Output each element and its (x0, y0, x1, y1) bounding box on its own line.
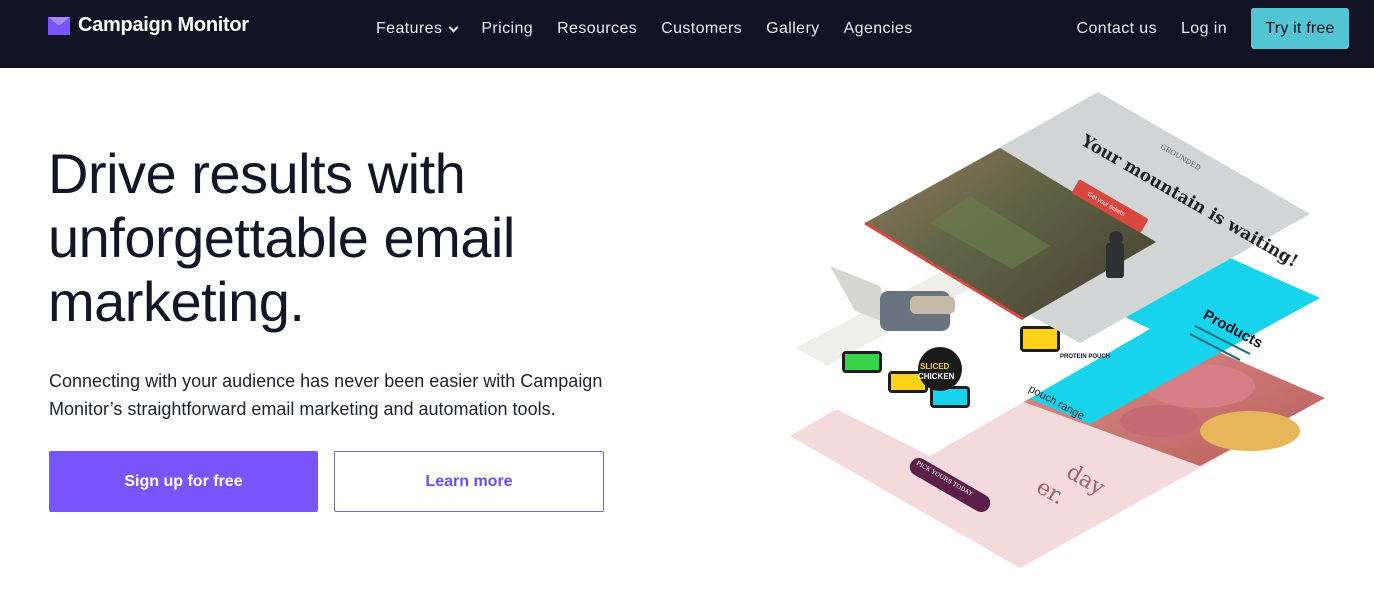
email-stack-illustration: PICK YOURS TODAY day er. Products PROTEI… (790, 92, 1325, 568)
primary-nav: Features Pricing Resources Customers Gal… (376, 20, 937, 38)
sign-up-button[interactable]: Sign up for free (49, 451, 318, 512)
hero-headline: Drive results with unforgettable email m… (48, 142, 668, 334)
pouch-label: PROTEIN POUCH (1060, 354, 1110, 360)
contact-us-link[interactable]: Contact us (1077, 20, 1157, 38)
hero-headline-line: Drive results with (48, 142, 466, 205)
chevron-down-icon (448, 22, 459, 32)
hero-headline-line: unforgettable email (48, 206, 515, 269)
hero-headline-line: marketing. (48, 270, 305, 333)
nav-item-gallery[interactable]: Gallery (766, 20, 819, 38)
login-link[interactable]: Log in (1181, 20, 1227, 38)
try-it-free-button[interactable]: Try it free (1251, 8, 1349, 49)
nav-actions: Contact us Log in Try it free (1077, 8, 1349, 49)
nav-item-label: Features (376, 20, 443, 37)
badge-line-2: CHICKEN (918, 372, 955, 381)
brand-name: Campaign Monitor (78, 14, 249, 36)
envelope-logo-icon (48, 16, 70, 35)
hero-illustration: PICK YOURS TODAY day er. Products PROTEI… (780, 86, 1340, 576)
nav-item-resources[interactable]: Resources (557, 20, 637, 38)
nav-item-agencies[interactable]: Agencies (844, 20, 913, 38)
nav-item-pricing[interactable]: Pricing (481, 20, 533, 38)
hero-subcopy: Connecting with your audience has never … (49, 367, 649, 423)
badge-line-1: SLICED (920, 362, 950, 371)
top-navigation: Campaign Monitor Features Pricing Resour… (0, 0, 1374, 68)
nav-item-customers[interactable]: Customers (661, 20, 742, 38)
hero-subcopy-line: Connecting with your audience has never … (49, 371, 603, 391)
nav-item-features[interactable]: Features (376, 20, 459, 38)
hero-subcopy-line: Monitor’s straightforward email marketin… (49, 399, 556, 419)
learn-more-button[interactable]: Learn more (334, 451, 604, 512)
brand-logo[interactable]: Campaign Monitor (48, 14, 249, 37)
